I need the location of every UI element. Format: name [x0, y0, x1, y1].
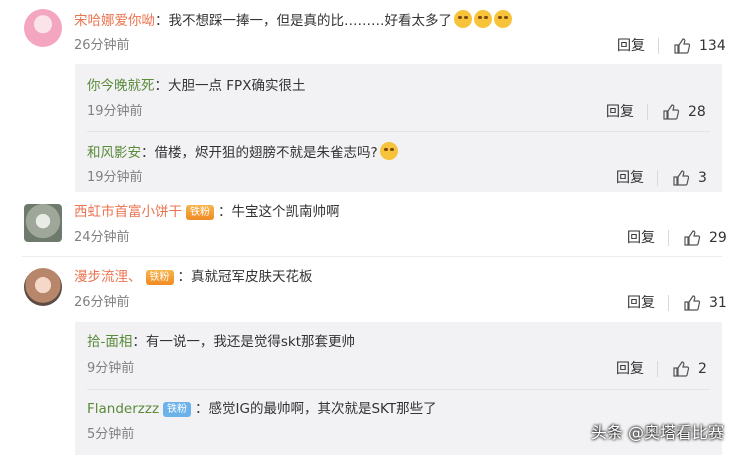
- username[interactable]: 拾-面相: [87, 334, 132, 350]
- like-count: 134: [699, 38, 726, 54]
- thumbs-up-icon: [673, 361, 690, 377]
- colon: ：: [177, 269, 192, 285]
- comment-1: 宋哈娜爱你呦：我不想踩一捧一，但是真的比………好看太多了 26分钟前 回复 13…: [0, 0, 736, 60]
- timestamp: 9分钟前: [87, 361, 135, 376]
- comment-line: 漫步流浬、 铁粉 ：真就冠军皮肤天花板: [74, 267, 313, 287]
- reply-text: 感觉IG的最帅啊，其次就是SKT那些了: [208, 401, 437, 417]
- crying-emoji-icon: [474, 10, 492, 28]
- reply-button[interactable]: 回复: [616, 360, 644, 378]
- like-count: 3: [698, 170, 707, 186]
- subreply-line: Flanderzzz 铁粉 ：感觉IG的最帅啊，其次就是SKT那些了: [87, 399, 437, 419]
- avatar[interactable]: [24, 268, 62, 306]
- divider: [668, 230, 669, 246]
- timestamp: 24分钟前: [74, 230, 130, 245]
- username[interactable]: 和风影安: [87, 145, 141, 161]
- reply-button[interactable]: 回复: [627, 229, 655, 247]
- timestamp: 26分钟前: [74, 295, 130, 310]
- reply-text: 有一说一，我还是觉得skt那套更帅: [145, 334, 356, 350]
- thumbs-up-icon: [663, 104, 680, 120]
- like-count: 2: [698, 361, 707, 377]
- comment-2: 西虹市首富小饼干 铁粉 ：牛宝这个凯南帅啊 24分钟前 回复 29: [0, 192, 736, 252]
- like-button[interactable]: 31: [683, 294, 727, 312]
- divider: [657, 170, 658, 186]
- colon: ：: [195, 401, 209, 417]
- username[interactable]: 漫步流浬、: [74, 269, 142, 285]
- like-count: 31: [709, 295, 727, 311]
- like-button[interactable]: 2: [672, 360, 707, 378]
- timestamp: 26分钟前: [74, 38, 130, 53]
- comment-text: 真就冠军皮肤天花板: [191, 269, 313, 285]
- divider: [658, 38, 659, 54]
- like-button[interactable]: 134: [673, 37, 726, 55]
- reply-button[interactable]: 回复: [617, 37, 645, 55]
- avatar[interactable]: [24, 204, 62, 242]
- username[interactable]: 西虹市首富小饼干: [74, 204, 182, 220]
- subreply-line: 你今晚就死：大胆一点 FPX确实很土: [87, 76, 305, 96]
- crying-emoji-icon: [494, 10, 512, 28]
- comment-line: 宋哈娜爱你呦：我不想踩一捧一，但是真的比………好看太多了: [74, 10, 512, 31]
- timestamp: 19分钟前: [87, 104, 143, 119]
- like-button[interactable]: 29: [683, 229, 727, 247]
- avatar[interactable]: [24, 9, 62, 47]
- like-button[interactable]: 28: [662, 103, 706, 121]
- thumbs-up-icon: [684, 295, 701, 311]
- colon: ：: [141, 145, 155, 161]
- fan-badge: 铁粉: [145, 269, 174, 285]
- username[interactable]: 宋哈娜爱你呦: [74, 13, 155, 29]
- username[interactable]: 你今晚就死: [87, 78, 155, 94]
- subreply-block: 你今晚就死：大胆一点 FPX确实很土 19分钟前 回复 28 和风影安：借楼，烬…: [75, 64, 722, 192]
- username[interactable]: Flanderzzz: [87, 401, 159, 417]
- timestamp: 19分钟前: [87, 170, 143, 185]
- like-button[interactable]: 3: [672, 169, 707, 187]
- comment-3: 漫步流浬、 铁粉 ：真就冠军皮肤天花板 26分钟前 回复 31: [0, 257, 736, 317]
- divider-line: [87, 389, 710, 390]
- reply-text: 大胆一点 FPX确实很土: [168, 78, 306, 94]
- subreply-line: 和风影安：借楼，烬开狙的翅膀不就是朱雀志吗?: [87, 142, 398, 163]
- like-count: 28: [688, 104, 706, 120]
- sweat-emoji-icon: [379, 142, 398, 160]
- comment-line: 西虹市首富小饼干 铁粉 ：牛宝这个凯南帅啊: [74, 202, 340, 222]
- colon: ：: [218, 204, 232, 220]
- divider: [647, 104, 648, 120]
- divider: [668, 295, 669, 311]
- subreply-line: 拾-面相：有一说一，我还是觉得skt那套更帅: [87, 332, 355, 352]
- divider-line: [87, 131, 710, 132]
- thumbs-up-icon: [673, 170, 690, 186]
- colon: ：: [155, 13, 169, 29]
- reply-button[interactable]: 回复: [606, 103, 634, 121]
- colon: ：: [132, 334, 146, 350]
- comment-text: 牛宝这个凯南帅啊: [231, 204, 340, 220]
- comment-text: 我不想踩一捧一，但是真的比………好看太多了: [168, 13, 453, 29]
- fan-badge: 铁粉: [163, 401, 192, 417]
- fan-badge: 铁粉: [186, 204, 214, 220]
- timestamp: 5分钟前: [87, 427, 135, 442]
- crying-emoji-icon: [454, 10, 472, 28]
- like-count: 29: [709, 230, 727, 246]
- divider: [657, 361, 658, 377]
- watermark: 头条 @奥塔看比赛: [590, 423, 724, 442]
- reply-button[interactable]: 回复: [616, 169, 644, 187]
- reply-text: 借楼，烬开狙的翅膀不就是朱雀志吗?: [154, 145, 378, 161]
- thumbs-up-icon: [684, 230, 701, 246]
- thumbs-up-icon: [674, 38, 691, 54]
- colon: ：: [154, 78, 169, 94]
- reply-button[interactable]: 回复: [627, 294, 655, 312]
